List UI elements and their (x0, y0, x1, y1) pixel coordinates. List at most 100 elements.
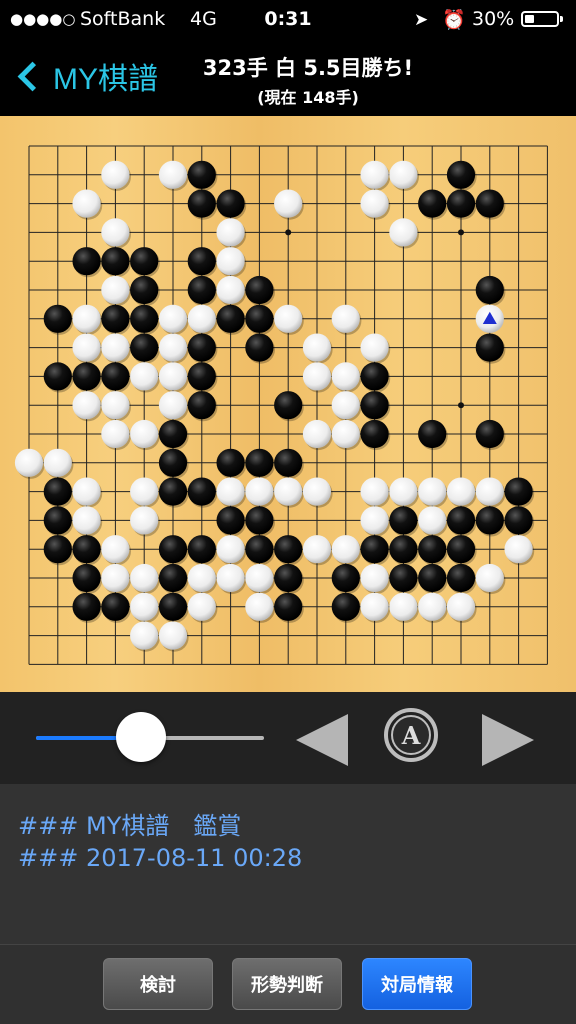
evaluate-position-button[interactable]: 形勢判断 (232, 958, 342, 1010)
black-stone (475, 275, 504, 305)
white-stone (216, 218, 245, 247)
nav-bar: MY棋譜 323手 白 5.5目勝ち! (現在 148手) (0, 40, 576, 116)
white-stone (302, 362, 332, 391)
black-stone (72, 535, 101, 564)
white-stone (475, 477, 504, 506)
white-stone (187, 304, 216, 333)
black-stone (72, 362, 101, 391)
white-stone (331, 362, 360, 391)
white-stone (360, 592, 389, 621)
black-stone (216, 506, 245, 535)
triangle-right-icon[interactable] (482, 714, 534, 766)
white-stone (389, 477, 418, 506)
star-point (458, 229, 464, 236)
black-stone (274, 563, 303, 593)
black-stone (101, 304, 130, 333)
white-stone (360, 333, 389, 362)
black-stone (130, 333, 159, 362)
black-stone (158, 592, 188, 621)
white-stone (158, 391, 188, 420)
white-stone (331, 304, 360, 333)
white-stone (245, 477, 274, 506)
black-stone (274, 448, 303, 477)
black-stone (446, 506, 476, 535)
white-stone (302, 535, 332, 564)
white-stone (101, 391, 130, 420)
black-stone (187, 362, 216, 391)
white-stone (331, 535, 360, 564)
black-stone (360, 362, 389, 391)
black-stone (274, 391, 303, 420)
white-stone (158, 160, 188, 189)
white-stone (274, 477, 303, 506)
white-stone (72, 506, 101, 535)
white-stone (216, 477, 245, 506)
white-stone (72, 391, 101, 420)
black-stone (245, 333, 274, 362)
playback-controls: A (0, 692, 576, 784)
white-stone (130, 419, 159, 449)
white-stone (130, 362, 159, 391)
black-stone (274, 535, 303, 564)
white-stone (389, 160, 418, 189)
game-result-title: 323手 白 5.5目勝ち! (202, 56, 414, 80)
white-stone (360, 160, 389, 189)
white-stone (72, 477, 101, 506)
white-stone (360, 506, 389, 535)
black-stone (158, 535, 188, 564)
black-stone (43, 535, 72, 564)
black-stone (216, 448, 245, 477)
review-button[interactable]: 検討 (103, 958, 213, 1010)
comment-line: ### 2017-08-11 00:28 (18, 844, 303, 872)
white-stone (216, 247, 245, 276)
black-stone (245, 304, 274, 333)
white-stone (101, 419, 130, 449)
black-stone (389, 535, 418, 564)
black-stone (504, 477, 533, 506)
white-stone (274, 189, 303, 218)
black-stone (101, 362, 130, 391)
white-stone (389, 592, 418, 621)
go-board[interactable] (0, 116, 576, 692)
black-stone (475, 189, 504, 218)
black-stone (418, 419, 447, 449)
black-stone (418, 535, 447, 564)
back-button-label: MY棋譜 (53, 63, 158, 96)
white-stone (302, 419, 332, 449)
current-move-subtitle: (現在 148手) (257, 88, 359, 107)
battery-level (525, 15, 534, 23)
white-stone (14, 448, 44, 477)
black-stone (187, 160, 216, 189)
black-stone (187, 333, 216, 362)
white-stone (158, 304, 188, 333)
battery-percent: 30% (472, 8, 515, 30)
white-stone (360, 477, 389, 506)
back-button[interactable]: MY棋譜 (12, 54, 158, 98)
black-stone (446, 189, 476, 218)
white-stone (446, 592, 476, 621)
white-stone (274, 304, 303, 333)
white-stone (130, 477, 159, 506)
go-board-area[interactable] (0, 116, 576, 692)
black-stone (389, 563, 418, 593)
location-arrow-icon: ➤ (414, 10, 429, 30)
game-info-button[interactable]: 対局情報 (362, 958, 472, 1010)
white-stone (331, 391, 360, 420)
white-stone (302, 333, 332, 362)
white-stone (187, 592, 216, 621)
white-stone (360, 563, 389, 593)
white-stone (101, 275, 130, 305)
star-point (458, 402, 464, 409)
black-stone (130, 304, 159, 333)
white-stone (158, 333, 188, 362)
auto-play-button[interactable]: A (384, 708, 438, 762)
triangle-left-icon[interactable] (296, 714, 348, 766)
white-stone (418, 592, 447, 621)
black-stone (504, 506, 533, 535)
move-slider-thumb[interactable] (116, 712, 166, 762)
white-stone (101, 333, 130, 362)
black-stone (216, 189, 245, 218)
black-stone (475, 506, 504, 535)
white-stone (245, 563, 274, 593)
white-stone (216, 563, 245, 593)
